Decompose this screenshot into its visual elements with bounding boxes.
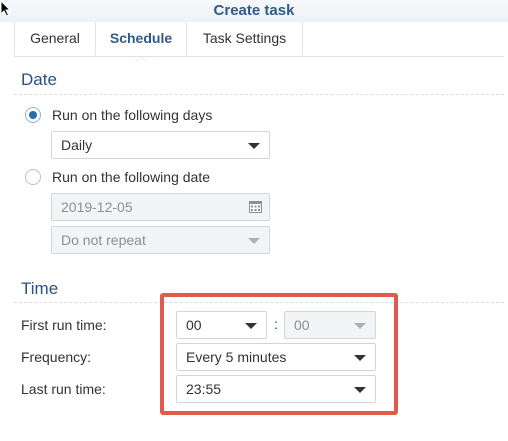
date-field[interactable]: 2019-12-05	[51, 193, 270, 221]
title-bar: Create task	[0, 0, 508, 22]
window-title: Create task	[213, 2, 295, 19]
last-run-time-label: Last run time:	[21, 381, 106, 397]
active-tab-indicator	[135, 56, 147, 62]
run-on-days-label[interactable]: Run on the following days	[52, 107, 212, 123]
frequency-label: Frequency:	[21, 349, 92, 365]
run-on-days-radio[interactable]	[25, 107, 41, 123]
tab-schedule[interactable]: Schedule	[95, 22, 186, 62]
days-select[interactable]: Daily	[51, 131, 270, 159]
chevron-down-icon	[248, 143, 260, 149]
calendar-icon[interactable]	[249, 201, 262, 213]
tab-schedule-label: Schedule	[109, 30, 173, 46]
chevron-down-icon	[248, 238, 260, 244]
repeat-select-value: Do not repeat	[61, 232, 146, 248]
first-run-time-label: First run time:	[21, 317, 107, 333]
date-field-value: 2019-12-05	[61, 199, 133, 215]
tab-task-settings[interactable]: Task Settings	[186, 22, 303, 55]
tab-bar: General Schedule Task Settings	[14, 22, 504, 62]
repeat-select[interactable]: Do not repeat	[51, 226, 270, 254]
days-select-value: Daily	[61, 137, 93, 153]
run-on-date-radio[interactable]	[25, 169, 41, 185]
date-section-divider	[14, 94, 504, 95]
run-on-date-label[interactable]: Run on the following date	[52, 169, 210, 185]
highlight-box	[160, 293, 398, 415]
time-section-title: Time	[21, 279, 59, 298]
tab-general[interactable]: General	[14, 22, 95, 55]
date-section-title: Date	[21, 70, 57, 89]
